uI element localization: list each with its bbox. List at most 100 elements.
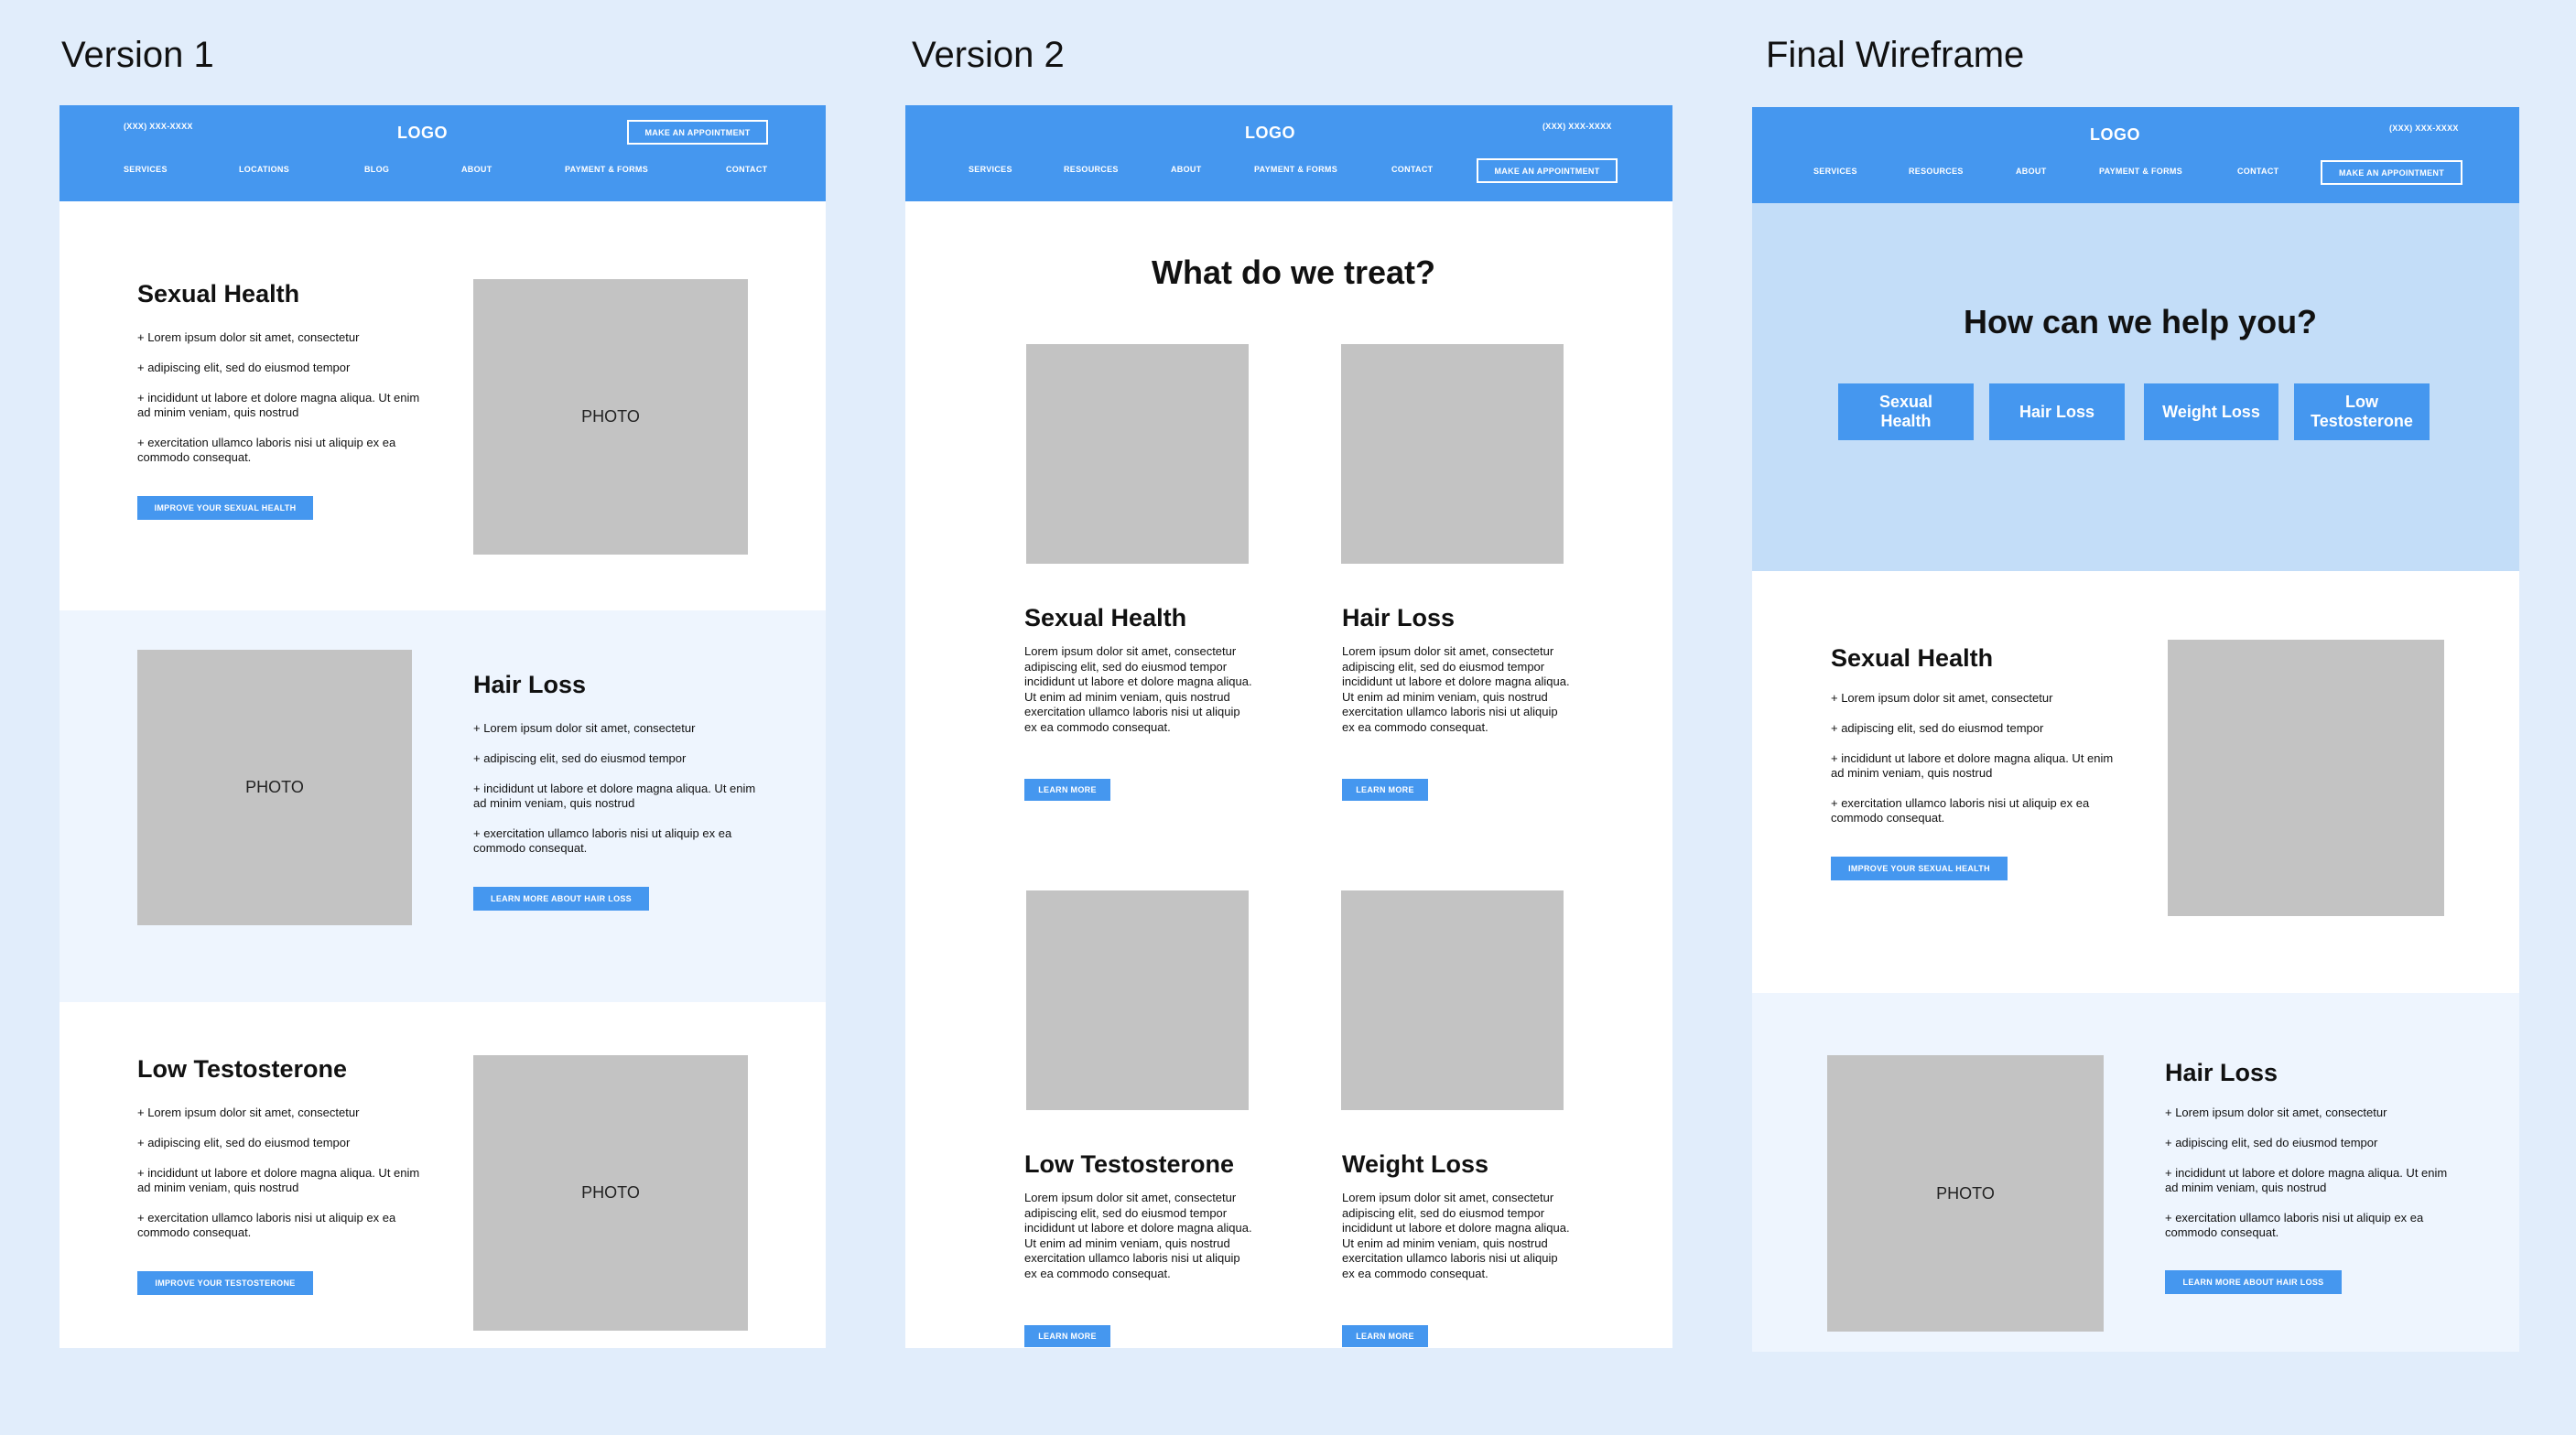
bullet-list: + Lorem ipsum dolor sit amet, consectetu… (1831, 691, 2115, 841)
v1-low-testosterone-section: Low Testosterone + Lorem ipsum dolor sit… (60, 1002, 826, 1348)
bullet-item: + Lorem ipsum dolor sit amet, consectetu… (1831, 691, 2053, 705)
help-hero-section: How can we help you? Sexual Health Hair … (1752, 203, 2519, 571)
card-description: Lorem ipsum dolor sit amet, consectetur … (1024, 1191, 1252, 1280)
learn-more-button[interactable]: LEARN MORE (1342, 1325, 1428, 1347)
card-image (1026, 344, 1249, 564)
bullet-item: + adipiscing elit, sed do eiusmod tempor (2165, 1136, 2378, 1149)
what-do-we-treat-heading: What do we treat? (1152, 254, 1436, 291)
v1-nav-link[interactable]: LOCATIONS (239, 165, 289, 174)
bullet-list: + Lorem ipsum dolor sit amet, consectetu… (473, 721, 757, 871)
v2-logo[interactable]: LOGO (1245, 124, 1295, 143)
v1-nav-link[interactable]: CONTACT (726, 165, 767, 174)
section-heading: Sexual Health (137, 280, 300, 308)
v2-nav-link[interactable]: CONTACT (1391, 165, 1433, 174)
card-image (1026, 890, 1249, 1110)
card-title: Sexual Health (1024, 604, 1187, 631)
photo-placeholder: PHOTO (473, 1055, 748, 1331)
card-description: Lorem ipsum dolor sit amet, consectetur … (1024, 644, 1252, 734)
v1-hair-loss-section: PHOTO Hair Loss + Lorem ipsum dolor sit … (60, 610, 826, 1002)
final-nav-link[interactable]: PAYMENT & FORMS (2099, 167, 2182, 176)
card-image (1341, 890, 1564, 1110)
version-1-title: Version 1 (61, 35, 214, 75)
v2-phone[interactable]: (XXX) XXX-XXXX (1542, 122, 1612, 131)
bullet-item: + Lorem ipsum dolor sit amet, consectetu… (473, 721, 696, 735)
photo-placeholder: PHOTO (473, 279, 748, 555)
bullet-item: + adipiscing elit, sed do eiusmod tempor (1831, 721, 2044, 735)
final-nav-link[interactable]: SERVICES (1813, 167, 1857, 176)
section-heading: Hair Loss (2165, 1059, 2278, 1086)
v2-nav-link[interactable]: PAYMENT & FORMS (1254, 165, 1337, 174)
bullet-item: + adipiscing elit, sed do eiusmod tempor (137, 361, 351, 374)
final-navbar: LOGO (XXX) XXX-XXXX SERVICES RESOURCES A… (1752, 107, 2519, 203)
version-2-title: Version 2 (912, 35, 1065, 75)
improve-testosterone-button[interactable]: IMPROVE YOUR TESTOSTERONE (137, 1271, 313, 1295)
bullet-item: + incididunt ut labore et dolore magna a… (137, 1166, 420, 1194)
help-button-hair-loss[interactable]: Hair Loss (1989, 383, 2125, 440)
card-description: Lorem ipsum dolor sit amet, consectetur … (1342, 644, 1570, 734)
bullet-item: + exercitation ullamco laboris nisi ut a… (137, 1211, 396, 1239)
bullet-item: + incididunt ut labore et dolore magna a… (2165, 1166, 2448, 1194)
bullet-item: + incididunt ut labore et dolore magna a… (137, 391, 420, 419)
bullet-item: + adipiscing elit, sed do eiusmod tempor (137, 1136, 351, 1149)
v1-navbar: (XXX) XXX-XXXX LOGO MAKE AN APPOINTMENT … (60, 105, 826, 201)
v2-appointment-button[interactable]: MAKE AN APPOINTMENT (1477, 158, 1618, 183)
final-nav-link[interactable]: RESOURCES (1909, 167, 1964, 176)
help-button-weight-loss[interactable]: Weight Loss (2144, 383, 2278, 440)
photo-placeholder (2168, 640, 2444, 916)
section-heading: Sexual Health (1831, 644, 1994, 672)
card-title: Low Testosterone (1024, 1150, 1235, 1178)
learn-more-button[interactable]: LEARN MORE (1342, 779, 1428, 801)
help-button-low-testosterone[interactable]: Low Testosterone (2294, 383, 2430, 440)
final-wireframe-title: Final Wireframe (1766, 35, 2025, 75)
card-description: Lorem ipsum dolor sit amet, consectetur … (1342, 1191, 1570, 1280)
v2-nav-link[interactable]: ABOUT (1171, 165, 1202, 174)
final-logo[interactable]: LOGO (2090, 125, 2140, 145)
final-nav-link[interactable]: ABOUT (2016, 167, 2047, 176)
version-2-frame: LOGO (XXX) XXX-XXXX SERVICES RESOURCES A… (905, 105, 1672, 1348)
v1-nav-link[interactable]: ABOUT (461, 165, 492, 174)
bullet-item: + Lorem ipsum dolor sit amet, consectetu… (137, 1106, 360, 1119)
photo-placeholder: PHOTO (137, 650, 412, 925)
learn-more-hair-loss-button[interactable]: LEARN MORE ABOUT HAIR LOSS (473, 887, 649, 911)
final-phone[interactable]: (XXX) XXX-XXXX (2389, 124, 2459, 133)
final-nav-link[interactable]: CONTACT (2237, 167, 2278, 176)
v2-nav-link[interactable]: SERVICES (969, 165, 1012, 174)
v1-appointment-button[interactable]: MAKE AN APPOINTMENT (627, 120, 768, 145)
final-hair-loss-section: PHOTO Hair Loss + Lorem ipsum dolor sit … (1752, 993, 2519, 1352)
bullet-item: + exercitation ullamco laboris nisi ut a… (137, 436, 396, 464)
section-heading: Hair Loss (473, 671, 587, 698)
bullet-item: + Lorem ipsum dolor sit amet, consectetu… (2165, 1106, 2387, 1119)
final-wireframe-frame: LOGO (XXX) XXX-XXXX SERVICES RESOURCES A… (1752, 107, 2519, 1352)
v1-nav-link[interactable]: PAYMENT & FORMS (565, 165, 648, 174)
bullet-item: + adipiscing elit, sed do eiusmod tempor (473, 751, 687, 765)
improve-sexual-health-button[interactable]: IMPROVE YOUR SEXUAL HEALTH (1831, 857, 2008, 880)
section-heading: Low Testosterone (137, 1055, 348, 1083)
improve-sexual-health-button[interactable]: IMPROVE YOUR SEXUAL HEALTH (137, 496, 313, 520)
v1-logo[interactable]: LOGO (397, 124, 448, 143)
bullet-item: + exercitation ullamco laboris nisi ut a… (1831, 796, 2090, 825)
v1-nav-link[interactable]: BLOG (364, 165, 389, 174)
learn-more-button[interactable]: LEARN MORE (1024, 1325, 1110, 1347)
final-sexual-health-section: Sexual Health + Lorem ipsum dolor sit am… (1752, 571, 2519, 993)
version-1-frame: (XXX) XXX-XXXX LOGO MAKE AN APPOINTMENT … (60, 105, 826, 1348)
v1-phone[interactable]: (XXX) XXX-XXXX (124, 122, 193, 131)
bullet-list: + Lorem ipsum dolor sit amet, consectetu… (137, 330, 421, 480)
bullet-item: + incididunt ut labore et dolore magna a… (473, 782, 756, 810)
card-image (1341, 344, 1564, 564)
v1-nav-link[interactable]: SERVICES (124, 165, 168, 174)
bullet-item: + exercitation ullamco laboris nisi ut a… (473, 826, 732, 855)
bullet-item: + Lorem ipsum dolor sit amet, consectetu… (137, 330, 360, 344)
card-title: Weight Loss (1342, 1150, 1489, 1178)
final-appointment-button[interactable]: MAKE AN APPOINTMENT (2321, 160, 2462, 185)
bullet-list: + Lorem ipsum dolor sit amet, consectetu… (137, 1106, 421, 1256)
card-title: Hair Loss (1342, 604, 1456, 631)
bullet-list: + Lorem ipsum dolor sit amet, consectetu… (2165, 1106, 2449, 1256)
learn-more-hair-loss-button[interactable]: LEARN MORE ABOUT HAIR LOSS (2165, 1270, 2342, 1294)
learn-more-button[interactable]: LEARN MORE (1024, 779, 1110, 801)
v2-nav-link[interactable]: RESOURCES (1064, 165, 1119, 174)
bullet-item: + exercitation ullamco laboris nisi ut a… (2165, 1211, 2424, 1239)
photo-placeholder: PHOTO (1827, 1055, 2104, 1332)
v2-navbar: LOGO (XXX) XXX-XXXX SERVICES RESOURCES A… (905, 105, 1672, 201)
how-can-we-help-heading: How can we help you? (1964, 303, 2318, 340)
help-button-sexual-health[interactable]: Sexual Health (1838, 383, 1974, 440)
